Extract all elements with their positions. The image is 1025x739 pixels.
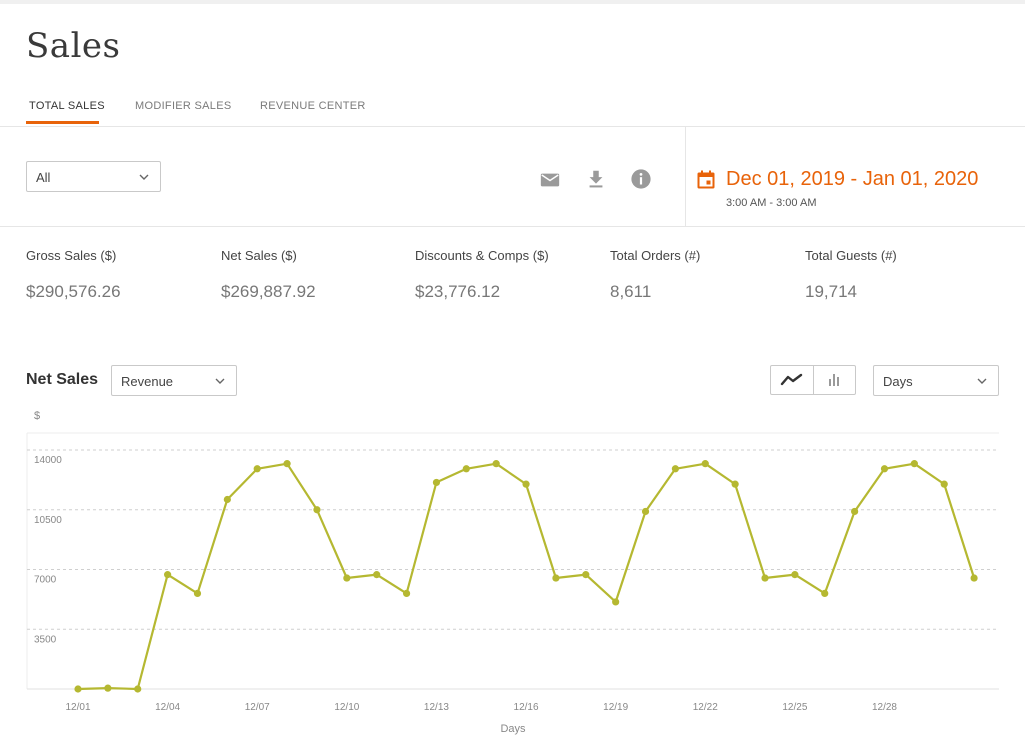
data-point <box>134 685 142 693</box>
chart-view-toggle <box>770 365 856 395</box>
y-tick-label: 3500 <box>34 634 57 645</box>
metric-value: $269,887.92 <box>221 282 316 301</box>
metric-value: $23,776.12 <box>415 282 501 301</box>
date-divider <box>685 127 686 226</box>
x-tick-label: 12/25 <box>782 702 807 713</box>
data-point <box>104 684 112 692</box>
data-point <box>164 571 172 579</box>
metric-label: Total Orders (#) <box>610 248 701 263</box>
data-point <box>851 507 859 516</box>
x-tick-label: 12/01 <box>65 702 90 713</box>
metric-net-sales: Net Sales ($) $269,887.92 <box>221 248 316 302</box>
data-point <box>701 460 709 468</box>
calendar-icon <box>697 170 715 189</box>
data-point <box>492 460 500 468</box>
data-point <box>612 598 620 606</box>
y-tick-label: 7000 <box>34 575 57 586</box>
data-point <box>283 460 291 468</box>
data-point <box>761 574 769 582</box>
data-point <box>193 589 202 597</box>
data-point <box>641 507 650 516</box>
filter-select[interactable]: All <box>26 161 161 192</box>
measure-select-value: Revenue <box>121 374 174 389</box>
data-point <box>223 495 231 504</box>
time-range-label: 3:00 AM - 3:00 AM <box>726 197 817 209</box>
series-line <box>77 462 976 691</box>
y-tick-label: 14000 <box>34 455 62 466</box>
data-point <box>373 571 381 579</box>
data-point <box>522 480 530 488</box>
date-range-label[interactable]: Dec 01, 2019 - Jan 01, 2020 <box>726 168 978 191</box>
data-point <box>74 685 82 693</box>
data-point <box>402 589 411 597</box>
metric-label: Net Sales ($) <box>221 248 297 263</box>
chevron-down-icon <box>977 378 987 384</box>
metric-label: Gross Sales ($) <box>26 248 117 263</box>
chevron-down-icon <box>139 174 149 180</box>
tab-modifier-sales[interactable]: MODIFIER SALES <box>135 100 232 112</box>
download-icon[interactable] <box>585 168 607 190</box>
data-point <box>880 465 889 473</box>
data-point <box>462 465 470 473</box>
metric-value: 8,611 <box>610 282 652 301</box>
data-point <box>432 478 441 487</box>
x-tick-label: 12/22 <box>693 702 718 713</box>
data-point <box>821 589 829 597</box>
x-tick-label: 12/13 <box>424 702 449 713</box>
top-border <box>0 0 1025 4</box>
x-axis-label: Days <box>500 723 526 735</box>
data-point <box>970 574 978 582</box>
data-point <box>343 574 351 582</box>
data-point <box>253 465 261 473</box>
active-tab-indicator <box>26 121 99 124</box>
toolbar-divider <box>0 226 1025 227</box>
data-point <box>552 574 560 582</box>
filter-select-value: All <box>36 170 51 185</box>
data-point <box>791 571 799 579</box>
net-sales-line-chart: $3500 7000 10500 14000 12/01 12/04 12/07 12/10 1… <box>26 410 999 735</box>
tab-revenue-center[interactable]: REVENUE CENTER <box>260 100 366 112</box>
data-point <box>313 506 321 514</box>
metric-total-guests: Total Guests (#) 19,714 <box>805 248 897 302</box>
bar-view-button[interactable] <box>814 366 856 394</box>
x-tick-label: 12/28 <box>872 702 897 713</box>
x-tick-label: 12/10 <box>334 702 359 713</box>
x-tick-label: 12/16 <box>514 702 539 713</box>
x-tick-label: 12/19 <box>603 702 628 713</box>
chart-section-title: Net Sales <box>26 371 99 388</box>
chevron-down-icon <box>215 378 225 384</box>
y-tick-label: 10500 <box>34 515 62 526</box>
data-point <box>910 460 918 468</box>
x-tick-label: 12/07 <box>245 702 270 713</box>
email-icon[interactable] <box>539 169 561 191</box>
metric-total-orders: Total Orders (#) 8,611 <box>610 248 700 302</box>
data-point <box>731 480 739 488</box>
interval-select[interactable]: Days <box>873 365 999 396</box>
info-icon[interactable] <box>630 168 652 190</box>
metric-label: Discounts & Comps ($) <box>415 248 549 263</box>
tabs-divider <box>0 126 1025 127</box>
data-point <box>582 571 590 579</box>
line-view-button[interactable] <box>771 366 813 394</box>
page-title: Sales <box>26 26 121 66</box>
data-point <box>940 480 948 488</box>
metric-label: Total Guests (#) <box>805 248 897 263</box>
y-axis-label: $ <box>34 410 40 422</box>
x-tick-label: 12/04 <box>155 702 180 713</box>
data-point <box>671 465 680 473</box>
measure-select[interactable]: Revenue <box>111 365 237 396</box>
metric-value: 19,714 <box>805 282 857 301</box>
tab-total-sales[interactable]: TOTAL SALES <box>29 100 105 112</box>
bar-chart-icon <box>829 374 839 386</box>
line-chart-icon <box>780 373 803 386</box>
interval-select-value: Days <box>883 374 913 389</box>
metric-value: $290,576.26 <box>26 282 121 301</box>
metric-discounts-comps: Discounts & Comps ($) $23,776.12 <box>415 248 549 302</box>
metric-gross-sales: Gross Sales ($) $290,576.26 <box>26 248 121 302</box>
